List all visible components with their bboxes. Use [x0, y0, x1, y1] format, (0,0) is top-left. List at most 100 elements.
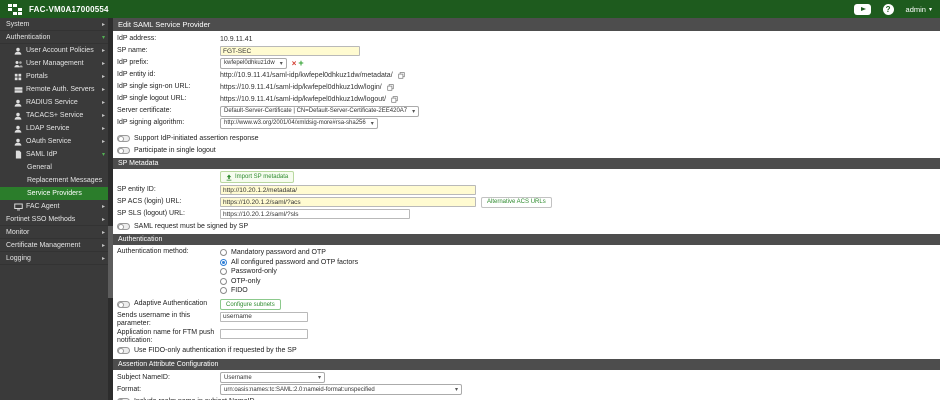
fido-only-toggle[interactable] — [117, 347, 130, 355]
idp-initiated-toggle[interactable] — [117, 134, 130, 142]
sidebar-item-replacement-messages[interactable]: Replacement Messages — [0, 174, 108, 187]
chevron-right-icon: ▸ — [101, 113, 105, 119]
copy-icon[interactable] — [391, 95, 398, 103]
chevron-right-icon: ▸ — [101, 242, 105, 249]
alternative-acs-urls-button[interactable]: Alternative ACS URLs — [481, 196, 552, 208]
admin-user-label: admin — [905, 4, 926, 14]
radio-label: FIDO — [231, 287, 248, 295]
sidebar-item-saml-idp[interactable]: SAML IdP ▾ — [0, 148, 108, 161]
user-icon — [13, 137, 23, 146]
sp-name-label: SP name: — [117, 46, 148, 54]
sidebar-scrollbar-thumb[interactable] — [108, 226, 113, 298]
delete-prefix-icon[interactable]: × — [292, 59, 297, 68]
radio-icon[interactable] — [220, 268, 227, 276]
idp-prefix-label: IdP prefix: — [117, 58, 149, 66]
sidebar-item-user-account-policies[interactable]: User Account Policies ▸ — [0, 44, 108, 57]
subject-nameid-label: Subject NameID: — [117, 373, 170, 381]
sidebar-item-label: FAC Agent — [26, 203, 60, 210]
sidebar-item-ldap-service[interactable]: LDAP Service ▸ — [0, 122, 108, 135]
admin-user-menu[interactable]: admin ▾ — [906, 5, 932, 14]
radio-label: All configured password and OTP factors — [231, 258, 359, 266]
idp-form: IdP address: 10.9.11.41 SP name: IdP pre… — [113, 31, 940, 129]
radio-icon[interactable] — [220, 277, 227, 285]
idp-initiated-toggle-row: Support IdP-initiated assertion response — [113, 133, 940, 143]
sidebar-item-portals[interactable]: Portals ▸ — [0, 70, 108, 83]
sp-acs-label: SP ACS (login) URL: — [117, 197, 182, 205]
chevron-down-icon: ▾ — [412, 108, 416, 115]
ftm-push-input[interactable] — [220, 328, 308, 339]
copy-icon[interactable] — [398, 71, 405, 79]
single-logout-toggle-label: Participate in single logout — [134, 146, 216, 154]
sp-sls-label: SP SLS (logout) URL: — [117, 209, 185, 217]
sp-sls-input[interactable] — [220, 209, 410, 219]
radio-option-mandatory[interactable]: Mandatory password and OTP — [220, 248, 358, 258]
sidebar-item-label: Authentication — [6, 33, 51, 41]
sidebar-item-monitor[interactable]: Monitor ▸ — [0, 226, 108, 239]
chevron-down-icon: ▾ — [370, 120, 374, 127]
sidebar-scrollbar[interactable] — [108, 18, 113, 400]
authentication-section-header: Authentication — [113, 234, 940, 245]
signing-alg-row: IdP signing algorithm: http://www.w3.org… — [117, 117, 940, 129]
sidebar-item-radius-service[interactable]: RADIUS Service ▸ — [0, 96, 108, 109]
copy-icon[interactable] — [387, 83, 394, 91]
chevron-right-icon: ▸ — [101, 204, 105, 210]
users-icon — [13, 59, 23, 68]
idp-sso-row: IdP single sign-on URL: https://10.9.11.… — [117, 81, 940, 93]
radio-icon[interactable] — [220, 287, 227, 295]
radio-option-otp-only[interactable]: OTP-only — [220, 277, 358, 287]
help-icon[interactable]: ? — [882, 3, 894, 15]
sidebar-item-logging[interactable]: Logging ▸ — [0, 252, 108, 265]
single-logout-toggle[interactable] — [117, 146, 130, 154]
add-prefix-icon[interactable]: + — [298, 58, 303, 68]
radio-icon[interactable] — [220, 249, 227, 257]
idp-prefix-select[interactable]: kwfepel0dhkuz1dw ▾ — [220, 57, 287, 69]
sp-name-input[interactable] — [220, 46, 360, 56]
app-shell: System ▸ Authentication ▾ User Account P… — [0, 18, 940, 400]
appliance-title: FAC-VM0A17000554 — [29, 4, 109, 14]
radio-checked-icon[interactable] — [220, 258, 227, 266]
import-sp-metadata-button[interactable]: Import SP metadata — [220, 171, 295, 183]
server-cert-select[interactable]: Default-Server-Certificate | CN=Default-… — [220, 105, 420, 117]
idp-address-row: IdP address: 10.9.11.41 — [117, 33, 940, 45]
idp-initiated-toggle-label: Support IdP-initiated assertion response — [134, 134, 259, 142]
chevron-right-icon: ▸ — [101, 87, 105, 93]
chevron-right-icon: ▸ — [101, 229, 105, 236]
sidebar-nav: System ▸ Authentication ▾ User Account P… — [0, 18, 113, 400]
sidebar-item-label: Replacement Messages — [27, 177, 103, 184]
user-policy-icon — [13, 46, 23, 55]
sidebar-item-certificate-management[interactable]: Certificate Management ▸ — [0, 239, 108, 252]
video-tutorial-icon[interactable] — [853, 3, 871, 15]
sidebar-item-fortinet-sso-methods[interactable]: Fortinet SSO Methods ▸ — [0, 213, 108, 226]
sp-acs-input[interactable] — [220, 197, 476, 207]
sidebar-item-label: Service Providers — [27, 190, 82, 197]
sidebar-item-remote-auth-servers[interactable]: Remote Auth. Servers ▸ — [0, 83, 108, 96]
sidebar-item-label: General — [27, 164, 52, 171]
sidebar-item-user-management[interactable]: User Management ▸ — [0, 57, 108, 70]
subject-nameid-select[interactable]: Username ▾ — [220, 372, 325, 384]
sidebar-item-system[interactable]: System ▸ — [0, 18, 108, 31]
sidebar-item-authentication[interactable]: Authentication ▾ — [0, 31, 108, 44]
radio-option-fido[interactable]: FIDO — [220, 286, 358, 296]
sp-metadata-form: Import SP metadata SP entity ID: SP ACS … — [113, 169, 940, 220]
server-cert-row: Server certificate: Default-Server-Certi… — [117, 105, 940, 117]
radio-option-password-only[interactable]: Password-only — [220, 267, 358, 277]
radio-option-all-configured[interactable]: All configured password and OTP factors — [220, 258, 358, 268]
adaptive-auth-label: Adaptive Authentication — [134, 300, 208, 308]
sidebar-item-tacacs-service[interactable]: TACACS+ Service ▸ — [0, 109, 108, 122]
username-param-input[interactable] — [220, 311, 308, 322]
format-select[interactable]: urn:oasis:names:tc:SAML:2.0:nameid-forma… — [220, 384, 462, 396]
sidebar-item-oauth-service[interactable]: OAuth Service ▸ — [0, 135, 108, 148]
sp-entity-input[interactable] — [220, 185, 476, 195]
import-sp-metadata-label: Import SP metadata — [235, 174, 289, 180]
saml-signed-toggle[interactable] — [117, 222, 130, 230]
chevron-right-icon: ▸ — [101, 74, 105, 80]
idp-slo-row: IdP single logout URL: https://10.9.11.4… — [117, 93, 940, 105]
signing-alg-select[interactable]: http://www.w3.org/2001/04/xmldsig-more#r… — [220, 117, 378, 129]
sidebar-item-service-providers[interactable]: Service Providers — [0, 187, 108, 200]
adaptive-auth-toggle[interactable] — [117, 300, 130, 309]
adaptive-auth-row: Adaptive Authentication Configure subnet… — [117, 299, 940, 311]
sidebar-item-fac-agent[interactable]: FAC Agent ▸ — [0, 200, 108, 213]
configure-subnets-button[interactable]: Configure subnets — [220, 299, 281, 310]
idp-sso-value: https://10.9.11.41/saml-idp/kwfepel0dhku… — [220, 83, 382, 91]
sidebar-item-saml-general[interactable]: General — [0, 161, 108, 174]
